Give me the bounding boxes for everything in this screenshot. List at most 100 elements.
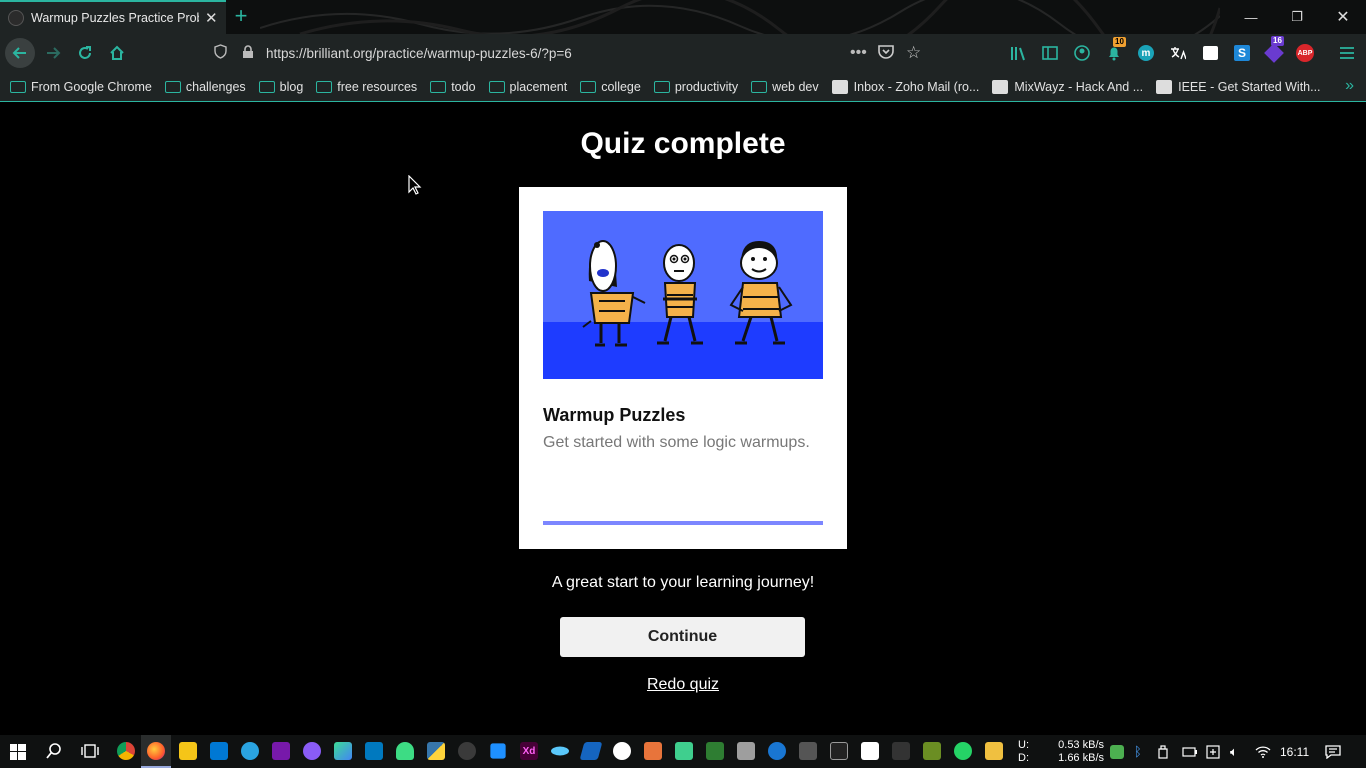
continue-button[interactable]: Continue — [560, 617, 805, 657]
sidebar-icon[interactable] — [1041, 44, 1059, 62]
window-close-button[interactable]: ✕ — [1320, 0, 1366, 34]
site-favicon-icon — [831, 79, 848, 94]
onenote-app-icon[interactable] — [272, 742, 290, 760]
bookmarks-toolbar: From Google Chrome challenges blog free res… — [0, 72, 1366, 102]
bookmark-item[interactable]: college — [580, 80, 641, 94]
forward-arrow-icon — [47, 47, 61, 59]
language-icon[interactable] — [1206, 735, 1220, 768]
virtualbox-app-icon[interactable] — [490, 743, 506, 759]
redo-quiz-link[interactable]: Redo quiz — [0, 676, 1366, 694]
library-icon[interactable] — [1009, 44, 1027, 62]
trello-app-icon[interactable] — [365, 742, 383, 760]
bookmark-item[interactable]: productivity — [653, 80, 738, 94]
bookmark-item[interactable]: blog — [258, 79, 304, 94]
tracking-shield-icon[interactable] — [214, 44, 227, 62]
upload-label: U: — [1018, 738, 1029, 751]
menu-icon[interactable] — [1338, 44, 1356, 62]
task-view-icon[interactable] — [81, 743, 99, 764]
upload-speed: 0.53 kB/s — [1058, 738, 1104, 751]
reload-button[interactable] — [70, 38, 100, 68]
forward-button[interactable] — [38, 38, 68, 68]
mixmax-extension-icon[interactable]: m — [1137, 44, 1155, 62]
reader-extension-icon[interactable] — [1201, 44, 1219, 62]
extension-tabs-icon[interactable]: 16 — [1264, 36, 1284, 63]
page-content: Quiz complete Warmup Puzzles Get started… — [0, 103, 1366, 735]
app-icon-grid[interactable] — [706, 742, 724, 760]
app-icon-dots[interactable] — [458, 742, 476, 760]
bookmark-item[interactable]: MixWayz - Hack And ... — [992, 79, 1143, 94]
app-icon-ball[interactable] — [613, 742, 631, 760]
minimize-button[interactable]: — — [1228, 0, 1274, 34]
terminal-app-icon[interactable] — [830, 742, 848, 760]
search-icon[interactable] — [46, 743, 62, 764]
windows-start-icon[interactable] — [10, 744, 26, 765]
app-icon-purple[interactable] — [303, 742, 321, 760]
url-text[interactable]: https://brilliant.org/practice/warmup-pu… — [266, 46, 572, 61]
app-icon-blue[interactable] — [579, 742, 603, 760]
s-extension-icon[interactable]: S — [1233, 44, 1251, 62]
back-button[interactable] — [5, 38, 35, 68]
app-icon-blue-round[interactable] — [768, 742, 786, 760]
app-icon-olive[interactable] — [923, 742, 941, 760]
android-app-icon[interactable] — [396, 742, 414, 760]
completion-message: A great start to your learning journey! — [551, 574, 815, 591]
telegram-app-icon[interactable] — [241, 742, 259, 760]
tray-app-icon[interactable] — [1110, 745, 1124, 759]
more-bookmarks-chevron-icon[interactable]: » — [1345, 77, 1354, 95]
app-icon-green[interactable] — [675, 742, 693, 760]
chrome-app-icon[interactable] — [117, 742, 135, 760]
browser-tab-active[interactable]: Warmup Puzzles Practice Probl ✕ — [0, 0, 226, 34]
wifi-icon[interactable] — [1255, 735, 1271, 768]
bookmark-label: blog — [279, 79, 304, 94]
bookmark-item[interactable]: Inbox - Zoho Mail (ro... — [831, 79, 979, 94]
tab-close-icon[interactable]: ✕ — [205, 9, 218, 27]
bookmark-item[interactable]: challenges — [164, 80, 246, 94]
site-favicon-icon — [992, 79, 1009, 94]
bookmark-item[interactable]: IEEE - Get Started With... — [1156, 79, 1321, 94]
python-app-icon[interactable] — [427, 742, 445, 760]
redo-quiz-label[interactable]: Redo quiz — [647, 676, 719, 693]
app-icon-grey[interactable] — [737, 742, 755, 760]
volume-icon[interactable]: 🔈︎ — [1230, 735, 1238, 768]
home-button[interactable] — [102, 38, 132, 68]
bookmark-item[interactable]: placement — [488, 80, 567, 94]
bookmark-star-icon[interactable]: ☆ — [906, 43, 921, 63]
explorer-app-icon[interactable] — [985, 742, 1003, 760]
pocket-icon[interactable] — [878, 44, 894, 62]
action-center-icon[interactable] — [1325, 735, 1341, 768]
folder-icon — [751, 80, 768, 93]
quiz-card-description: Get started with some logic warmups. — [543, 434, 810, 451]
app-icon-orange[interactable] — [644, 742, 662, 760]
vscode-app-icon[interactable] — [210, 742, 228, 760]
account-icon[interactable] — [1073, 44, 1091, 62]
notifications-extension-icon[interactable]: 10 — [1105, 37, 1126, 62]
page-title: Quiz complete — [580, 127, 786, 160]
address-bar[interactable]: https://brilliant.org/practice/warmup-pu… — [204, 38, 934, 68]
clock[interactable]: 16:11 — [1280, 735, 1309, 768]
battery-icon[interactable] — [1182, 735, 1198, 768]
bookmark-item[interactable]: free resources — [316, 80, 417, 94]
whatsapp-app-icon[interactable] — [954, 742, 972, 760]
file-manager-app-icon[interactable] — [179, 742, 197, 760]
adobe-xd-app-icon[interactable]: Xd — [520, 742, 538, 760]
bookmark-item[interactable]: web dev — [751, 80, 819, 94]
new-tab-button[interactable]: + — [230, 5, 252, 27]
app-icon-dark[interactable] — [892, 742, 910, 760]
lock-icon[interactable] — [242, 44, 254, 62]
bookmark-item[interactable]: todo — [430, 80, 476, 94]
app-icon-gradient[interactable] — [334, 742, 352, 760]
app-icon-tools[interactable] — [799, 742, 817, 760]
bluetooth-icon[interactable]: ᛒ — [1134, 735, 1142, 768]
firefox-app-icon — [147, 742, 165, 760]
quiz-card[interactable]: Warmup Puzzles Get started with some log… — [519, 187, 847, 549]
usb-icon[interactable] — [1158, 735, 1168, 768]
page-actions-icon[interactable]: ••• — [850, 44, 867, 62]
bookmark-item[interactable]: From Google Chrome — [10, 80, 152, 94]
windows-taskbar: Xd U: D: 0.53 kB/s 1.66 kB/s ᛒ 🔈︎ 16:11 — [0, 735, 1366, 768]
app-icon-lens[interactable] — [551, 746, 569, 756]
firefox-app-active[interactable] — [141, 735, 171, 768]
restore-button[interactable]: ❐ — [1274, 0, 1320, 34]
app-icon-white[interactable] — [861, 742, 879, 760]
adblock-icon[interactable]: ABP — [1296, 44, 1314, 62]
translate-extension-icon[interactable] — [1169, 44, 1187, 62]
